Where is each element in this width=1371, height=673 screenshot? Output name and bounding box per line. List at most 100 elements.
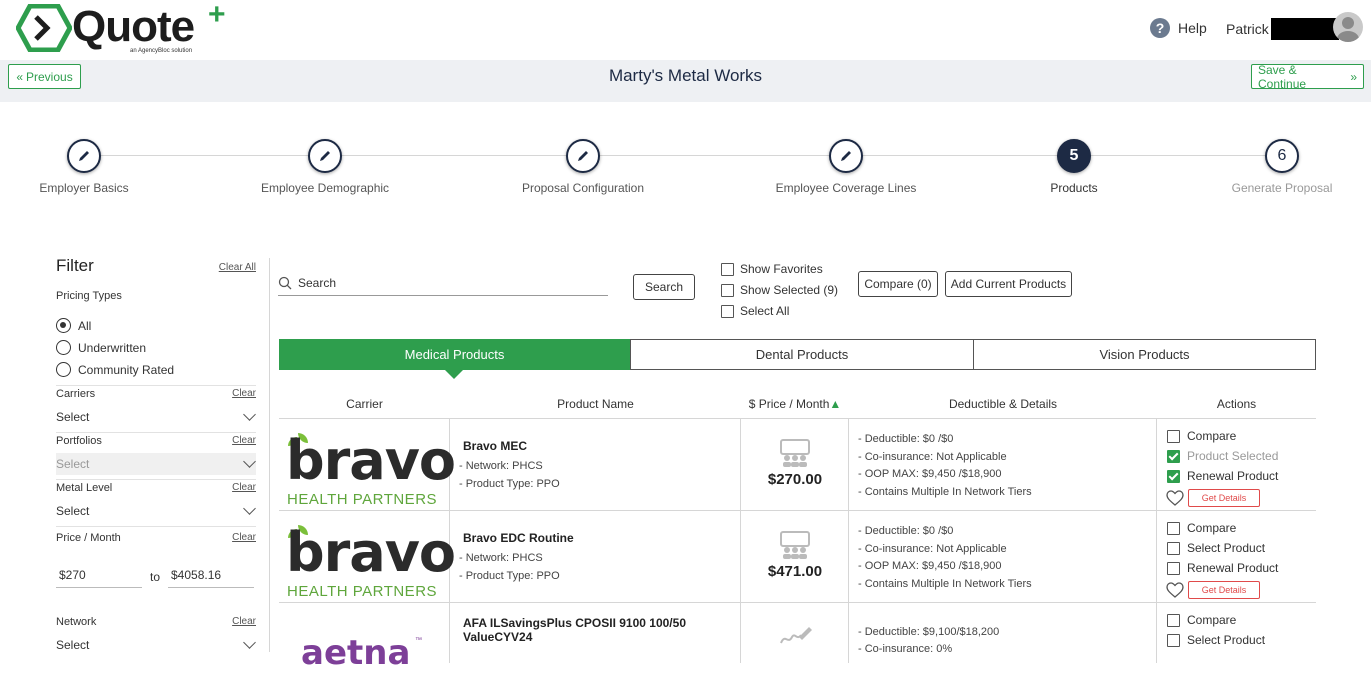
clear-all-link[interactable]: Clear All [219, 262, 256, 273]
bravo-logo: bravo HEALTH PARTNERS [286, 431, 456, 511]
portfolios-filter: Portfolios Clear Select [56, 435, 256, 475]
get-details-button[interactable]: Get Details [1188, 489, 1260, 507]
step-proposal-configuration[interactable]: Proposal Configuration [483, 139, 683, 195]
step-products[interactable]: 5 Products [974, 139, 1174, 195]
product-tabs: Medical Products Dental Products Vision … [279, 339, 1316, 370]
detail-line: - Contains Multiple In Network Tiers [858, 578, 1032, 590]
detail-line: - Deductible: $9,100/$18,200 [858, 626, 1000, 638]
add-current-products-button[interactable]: Add Current Products [945, 271, 1072, 297]
actions-cell: Compare Product Selected Renewal Product… [1157, 419, 1316, 510]
pencil-icon [829, 139, 863, 173]
divider [56, 526, 256, 527]
previous-button[interactable]: « Previous [8, 64, 81, 89]
portfolios-select[interactable]: Select [56, 453, 256, 475]
select-all-toggle[interactable]: Select All [721, 304, 789, 318]
quote-plus-logo[interactable]: Quote + an AgencyBloc solution [16, 0, 236, 58]
heart-icon[interactable] [1166, 582, 1184, 598]
user-name: Patrick [1226, 21, 1269, 37]
detail-line: - Contains Multiple In Network Tiers [858, 486, 1032, 498]
product-name[interactable]: Bravo EDC Routine [463, 531, 733, 545]
search-button[interactable]: Search [633, 274, 695, 300]
heart-icon[interactable] [1166, 490, 1184, 506]
carrier-cell: bravo HEALTH PARTNERS [279, 511, 456, 602]
pencil-icon [67, 139, 101, 173]
compare-checkbox[interactable]: Compare [1167, 613, 1236, 627]
radio-all[interactable]: All [56, 318, 91, 333]
step-label: Proposal Configuration [521, 181, 645, 195]
save-continue-label: Save & Continue [1258, 62, 1307, 91]
avatar[interactable] [1333, 12, 1363, 42]
show-favorites-toggle[interactable]: Show Favorites [721, 262, 823, 276]
logo-tagline: an AgencyBloc solution [130, 48, 193, 54]
checkbox-label: Product Selected [1187, 449, 1279, 463]
step-employer-basics[interactable]: Employer Basics [0, 139, 184, 195]
logo-wordmark: Quote [72, 2, 195, 51]
compare-checkbox[interactable]: Compare [1167, 521, 1236, 535]
checkbox-label: Show Favorites [740, 262, 823, 276]
details-cell: - Deductible: $0 /$0 - Co-insurance: Not… [849, 419, 1157, 510]
network-select[interactable]: Select [56, 634, 256, 656]
carriers-label: Carriers [56, 388, 96, 400]
renewal-product-checkbox[interactable]: Renewal Product [1167, 561, 1278, 575]
hexagon-logo-icon [16, 4, 72, 52]
proposal-nav-bar: Marty's Metal Works « Previous Save & Co… [0, 60, 1371, 102]
radio-community-rated[interactable]: Community Rated [56, 362, 174, 377]
actions-cell: Compare Select Product [1157, 603, 1316, 663]
tab-vision-products[interactable]: Vision Products [973, 339, 1316, 370]
product-name[interactable]: Bravo MEC [463, 439, 733, 453]
select-product-checkbox[interactable]: Select Product [1167, 633, 1265, 647]
price-clear-link[interactable]: Clear [232, 532, 256, 544]
product-name[interactable]: AFA ILSavingsPlus CPOSII 9100 100/50 Val… [463, 616, 733, 644]
product-selected-checkbox[interactable]: Product Selected [1167, 449, 1278, 463]
price-min-input[interactable]: $270 [56, 568, 142, 588]
metal-level-clear-link[interactable]: Clear [232, 482, 256, 494]
actions-cell: Compare Select Product Renewal Product G… [1157, 511, 1316, 602]
radio-button [56, 340, 71, 355]
compare-button[interactable]: Compare (0) [858, 271, 938, 297]
details-cell: - Deductible: $0 /$0 - Co-insurance: Not… [849, 511, 1157, 602]
double-chevron-right-icon: » [1350, 69, 1357, 84]
metal-level-select[interactable]: Select [56, 500, 256, 522]
tab-dental-products[interactable]: Dental Products [630, 339, 974, 370]
radio-button [56, 362, 71, 377]
select-product-checkbox[interactable]: Select Product [1167, 541, 1265, 555]
get-details-button[interactable]: Get Details [1188, 581, 1260, 599]
portfolios-clear-link[interactable]: Clear [232, 435, 256, 447]
radio-label: Underwritten [78, 340, 147, 355]
trademark-mark: ™ [415, 637, 422, 644]
detail-line: - Co-insurance: 0% [858, 643, 953, 655]
products-table-header: Carrier Product Name $ Price / Month▲ De… [279, 393, 1316, 419]
step-label: Employer Basics [39, 181, 129, 195]
sort-asc-icon: ▲ [829, 397, 842, 411]
compare-checkbox[interactable]: Compare [1167, 429, 1236, 443]
checkbox-label: Select Product [1187, 633, 1266, 647]
price-max-input[interactable]: $4058.16 [168, 568, 254, 588]
detail-line: - OOP MAX: $9,450 /$18,900 [858, 560, 1002, 572]
group-rate-icon [780, 531, 810, 559]
checkbox-label: Compare [1187, 429, 1237, 443]
sidebar-divider [269, 258, 270, 652]
user-menu[interactable]: Patrick [1226, 18, 1339, 40]
pricing-types-label: Pricing Types [56, 290, 122, 302]
carriers-clear-link[interactable]: Clear [232, 388, 256, 400]
renewal-product-checkbox[interactable]: Renewal Product [1167, 469, 1278, 483]
help-link[interactable]: ? Help [1150, 18, 1207, 38]
radio-underwritten[interactable]: Underwritten [56, 340, 146, 355]
pencil-icon [308, 139, 342, 173]
step-employee-coverage-lines[interactable]: Employee Coverage Lines [746, 139, 946, 195]
tab-medical-products[interactable]: Medical Products [279, 339, 630, 370]
company-name: Marty's Metal Works [608, 66, 763, 85]
step-employee-demographic[interactable]: Employee Demographic [225, 139, 425, 195]
checkbox-label: Select All [740, 304, 790, 318]
header-price-month[interactable]: $ Price / Month▲ [741, 397, 849, 411]
checkbox-label: Renewal Product [1187, 469, 1279, 483]
double-chevron-left-icon: « [16, 69, 23, 84]
carriers-select[interactable]: Select [56, 406, 256, 428]
price-header-label: $ Price / Month [748, 397, 830, 411]
step-generate-proposal[interactable]: 6 Generate Proposal [1182, 139, 1371, 195]
search-field[interactable]: Search [278, 270, 608, 296]
product-type: - Product Type: PPO [459, 478, 560, 490]
show-selected-toggle[interactable]: Show Selected (9) [721, 283, 838, 297]
network-clear-link[interactable]: Clear [232, 616, 256, 628]
save-continue-button[interactable]: Save & Continue » [1251, 62, 1364, 91]
